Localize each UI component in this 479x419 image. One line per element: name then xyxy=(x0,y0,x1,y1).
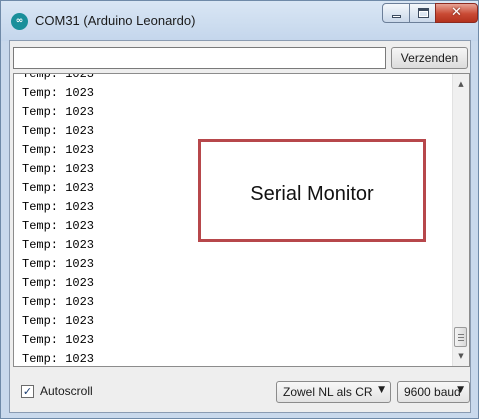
baud-rate-select[interactable]: 9600 baud ▼ xyxy=(397,381,470,403)
output-line: Temp: 1023 xyxy=(22,105,95,119)
output-lines: Temp: 1023 Temp: 1023 Temp: 1023 Temp: 1023… xyxy=(22,73,95,366)
output-line: Temp: 1023 xyxy=(22,257,95,271)
callout-label: Serial Monitor xyxy=(250,183,374,205)
line-ending-value: Zowel NL als CR xyxy=(283,385,373,399)
output-line: Temp: 1023 xyxy=(22,295,95,309)
serial-monitor-callout: Serial Monitor xyxy=(198,139,426,242)
grip-line-icon xyxy=(458,334,464,335)
autoscroll-label: Autoscroll xyxy=(40,384,93,398)
window-title: COM31 (Arduino Leonardo) xyxy=(35,13,196,28)
maximize-button[interactable] xyxy=(409,3,436,23)
chevron-down-icon: ▼ xyxy=(457,385,464,395)
output-line: Temp: 1023 xyxy=(22,276,95,290)
scroll-down-icon[interactable]: ▼ xyxy=(453,348,469,364)
output-line: Temp: 1023 xyxy=(22,162,95,176)
baud-rate-value: 9600 baud xyxy=(404,385,461,399)
output-line: Temp: 1023 xyxy=(22,181,95,195)
output-line: Temp: 1023 xyxy=(22,143,95,157)
scroll-thumb[interactable] xyxy=(454,327,467,347)
output-line: Temp: 1023 xyxy=(22,124,95,138)
output-line: Temp: 1023 xyxy=(22,86,95,100)
send-button[interactable]: Verzenden xyxy=(391,47,468,69)
output-line: Temp: 1023 xyxy=(22,238,95,252)
output-line: Temp: 1023 xyxy=(22,219,95,233)
output-line: Temp: 1023 xyxy=(22,333,95,347)
grip-line-icon xyxy=(458,340,464,341)
footer-bar: ✓ Autoscroll Zowel NL als CR ▼ 9600 baud… xyxy=(13,373,470,409)
maximize-icon xyxy=(410,4,435,22)
output-line: Temp: 1023 xyxy=(22,352,95,366)
output-line: Temp: 1023 xyxy=(22,73,95,81)
vertical-scrollbar[interactable]: ▲ ▼ xyxy=(452,74,469,366)
grip-line-icon xyxy=(458,337,464,338)
scroll-up-icon[interactable]: ▲ xyxy=(453,76,469,92)
autoscroll-toggle[interactable]: ✓ Autoscroll xyxy=(21,384,93,398)
arduino-infinity-icon: ∞ xyxy=(11,13,28,30)
title-bar[interactable]: ∞ COM31 (Arduino Leonardo) ✕ xyxy=(1,1,478,41)
output-line: Temp: 1023 xyxy=(22,314,95,328)
output-line: Temp: 1023 xyxy=(22,200,95,214)
minimize-icon xyxy=(383,4,409,22)
close-icon: ✕ xyxy=(451,5,462,20)
minimize-button[interactable] xyxy=(382,3,410,23)
chevron-down-icon: ▼ xyxy=(378,385,385,395)
line-ending-select[interactable]: Zowel NL als CR ▼ xyxy=(276,381,391,403)
close-button[interactable]: ✕ xyxy=(435,3,478,23)
send-input[interactable] xyxy=(13,47,386,69)
autoscroll-checkbox[interactable]: ✓ xyxy=(21,384,34,398)
